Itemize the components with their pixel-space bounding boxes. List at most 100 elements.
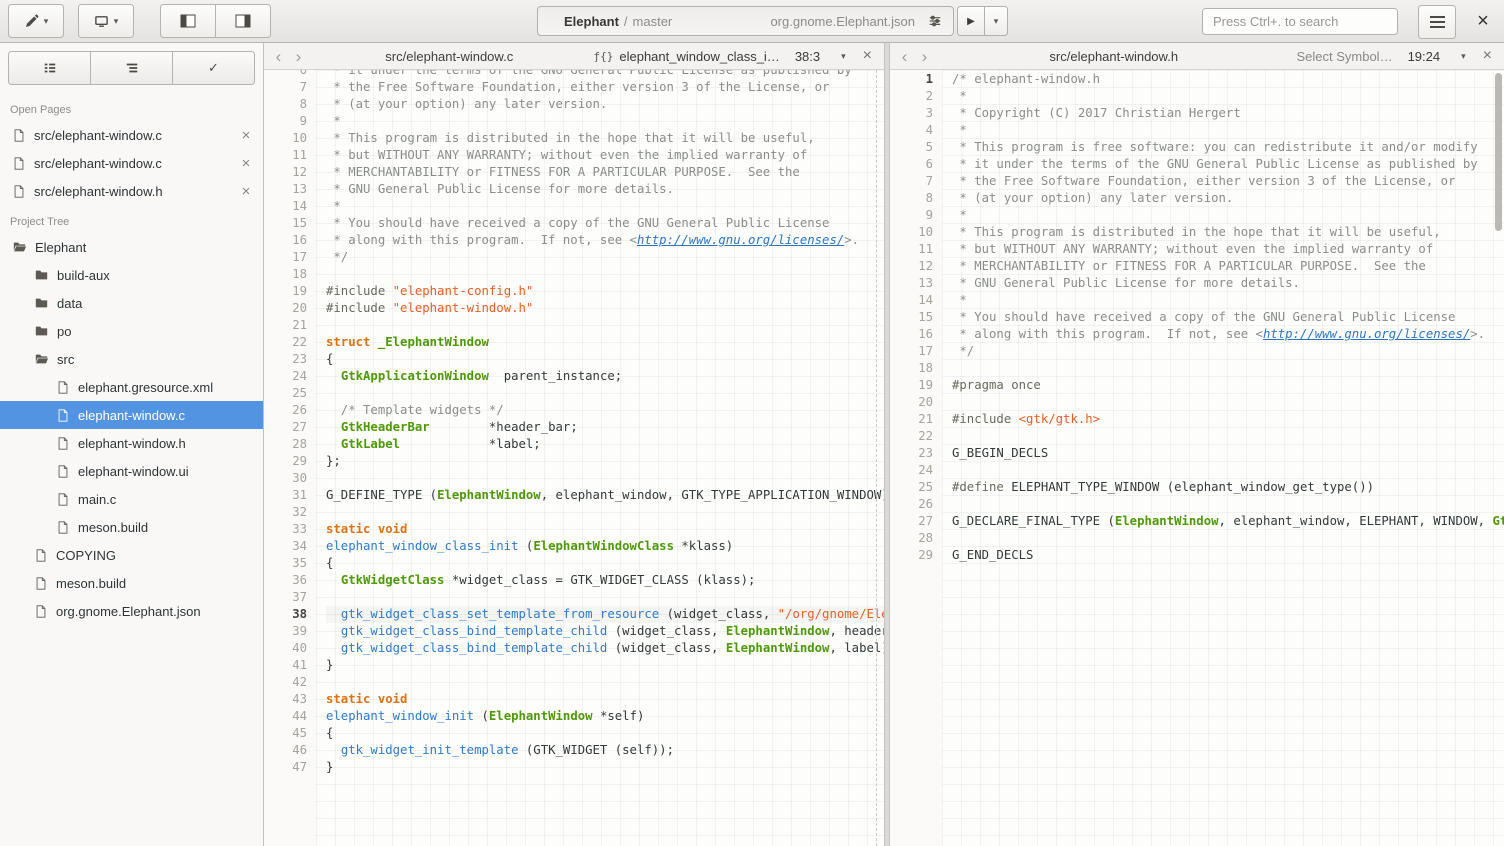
file-icon	[12, 128, 26, 143]
code-line: }	[326, 657, 884, 674]
file-icon	[12, 156, 26, 171]
code-line: elephant_window_class_init (ElephantWind…	[326, 538, 884, 555]
close-page-button[interactable]: ×	[237, 183, 255, 200]
pane-header: ‹ › src/elephant-window.c ƒ{} elephant_w…	[264, 43, 884, 70]
line-number: 22	[264, 334, 316, 351]
code-line: * along with this program. If not, see <…	[326, 232, 884, 249]
line-numbers: 1234567891011121314151617181920212223242…	[890, 71, 942, 564]
line-number: 22	[890, 428, 942, 445]
code-line	[326, 385, 884, 402]
pane-options-button[interactable]: ▾	[1455, 51, 1472, 62]
forward-button[interactable]: ›	[918, 48, 931, 65]
line-number: 13	[264, 181, 316, 198]
code-line: * You should have received a copy of the…	[952, 309, 1504, 326]
tree-item-label: elephant.gresource.xml	[78, 380, 213, 395]
tree-item-meson.build[interactable]: meson.build	[0, 569, 263, 597]
chevron-down-icon: ▾	[994, 16, 999, 27]
tree-item-po[interactable]: po	[0, 317, 263, 345]
perspective-selector-button[interactable]: ▾	[8, 4, 64, 38]
search-input[interactable]	[1202, 8, 1398, 35]
sidebar-tab-tree[interactable]	[90, 51, 173, 85]
line-number: 28	[264, 436, 316, 453]
pane-options-button[interactable]: ▾	[835, 51, 852, 62]
line-number: 23	[264, 351, 316, 368]
code-line: */	[326, 249, 884, 266]
tree-item-label: Elephant	[35, 240, 86, 255]
code-line	[952, 496, 1504, 513]
tree-item-data[interactable]: data	[0, 289, 263, 317]
open-page-item[interactable]: src/elephant-window.c×	[0, 121, 263, 149]
code-line	[326, 317, 884, 334]
scrollbar[interactable]	[1495, 73, 1502, 231]
code-line: *	[326, 198, 884, 215]
menu-button[interactable]	[1418, 5, 1456, 39]
document-title: src/elephant-window.c	[312, 49, 587, 64]
code-area[interactable]: /* elephant-window.h * * Copyright (C) 2…	[942, 70, 1504, 846]
code-line: G_DEFINE_TYPE (ElephantWindow, elephant_…	[326, 487, 884, 504]
header-right-controls: ×	[1202, 4, 1498, 39]
tree-item-label: build-aux	[57, 268, 110, 283]
line-number: 18	[264, 266, 316, 283]
code-line: *	[326, 113, 884, 130]
line-number: 41	[264, 657, 316, 674]
build-config-button[interactable]	[923, 10, 947, 32]
open-page-item[interactable]: src/elephant-window.c×	[0, 149, 263, 177]
code-line: *	[952, 122, 1504, 139]
line-number: 26	[890, 496, 942, 513]
symbol-selector[interactable]: Select Symbol…	[1296, 49, 1392, 64]
omnibar[interactable]: Elephant / master org.gnome.Elephant.jso…	[537, 6, 954, 36]
tree-item-build-aux[interactable]: build-aux	[0, 261, 263, 289]
hamburger-icon	[1430, 16, 1445, 28]
line-number: 19	[890, 377, 942, 394]
tree-item-elephant-window.h[interactable]: elephant-window.h	[0, 429, 263, 457]
line-number: 33	[264, 521, 316, 538]
line-number: 46	[264, 742, 316, 759]
close-page-button[interactable]: ×	[237, 127, 255, 144]
tree-item-COPYING[interactable]: COPYING	[0, 541, 263, 569]
gnome-builder-window: ▾ ▾	[0, 0, 1504, 846]
check-icon: ✓	[208, 60, 219, 76]
sidebar-tab-pages[interactable]	[8, 51, 91, 85]
gutter: 1234567891011121314151617181920212223242…	[890, 70, 942, 846]
line-number: 44	[264, 708, 316, 725]
code-line	[326, 504, 884, 521]
device-selector-button[interactable]: ▾	[78, 4, 134, 38]
line-number: 21	[264, 317, 316, 334]
line-number: 1	[890, 71, 942, 88]
run-options-button[interactable]: ▾	[984, 6, 1008, 36]
sidebar-tab-todo[interactable]: ✓	[172, 51, 255, 85]
back-button[interactable]: ‹	[898, 48, 911, 65]
symbol-selector[interactable]: ƒ{} elephant_window_class_i…	[594, 49, 780, 64]
line-number: 10	[890, 224, 942, 241]
tree-item-elephant.gresource.xml[interactable]: elephant.gresource.xml	[0, 373, 263, 401]
panel-right-icon	[235, 14, 251, 28]
code-line: /* elephant-window.h	[952, 71, 1504, 88]
forward-button[interactable]: ›	[292, 48, 305, 65]
tree-item-meson.build[interactable]: meson.build	[0, 513, 263, 541]
line-number: 20	[264, 300, 316, 317]
tree-item-elephant-window.ui[interactable]: elephant-window.ui	[0, 457, 263, 485]
code-area[interactable]: * it under the terms of the GNU General …	[316, 70, 884, 846]
line-number: 12	[264, 164, 316, 181]
tree-icon	[125, 61, 139, 75]
toggle-right-panel-button[interactable]	[215, 4, 271, 38]
toggle-left-panel-button[interactable]	[160, 4, 216, 38]
close-pane-button[interactable]: ×	[859, 47, 876, 65]
close-page-button[interactable]: ×	[237, 155, 255, 172]
build-config-label: org.gnome.Elephant.json	[770, 14, 915, 29]
open-page-item[interactable]: src/elephant-window.h×	[0, 177, 263, 205]
close-pane-button[interactable]: ×	[1479, 47, 1496, 65]
code-line: {	[326, 555, 884, 572]
chevron-down-icon: ▾	[44, 16, 49, 27]
tree-item-org.gnome.Elephant.json[interactable]: org.gnome.Elephant.json	[0, 597, 263, 625]
back-button[interactable]: ‹	[272, 48, 285, 65]
tree-item-elephant-window.c[interactable]: elephant-window.c	[0, 401, 263, 429]
tree-item-src[interactable]: src	[0, 345, 263, 373]
tree-item-Elephant[interactable]: Elephant	[0, 233, 263, 261]
run-button[interactable]: ▶	[957, 6, 985, 36]
line-number: 7	[264, 79, 316, 96]
tree-item-main.c[interactable]: main.c	[0, 485, 263, 513]
window-close-button[interactable]: ×	[1468, 7, 1498, 37]
code-line	[326, 674, 884, 691]
panel-left-icon	[180, 14, 196, 28]
